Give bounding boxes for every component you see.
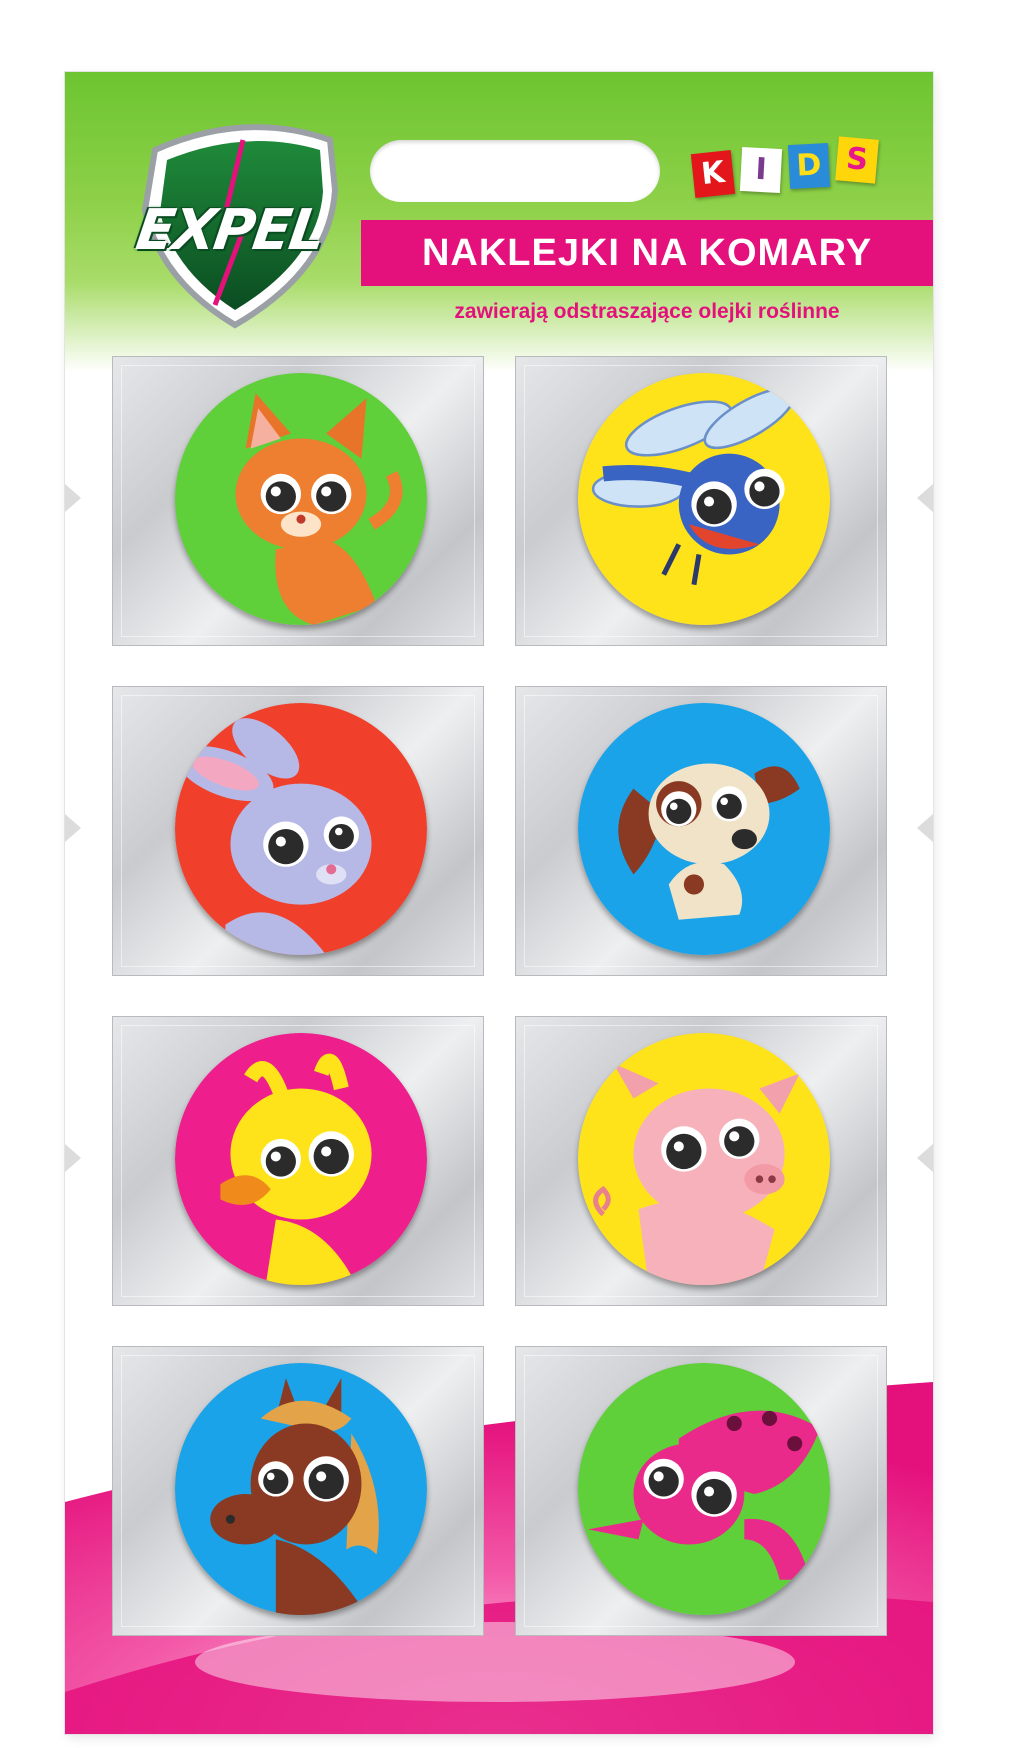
sticker-packet [112,1346,484,1636]
sticker-packet [112,356,484,646]
sticker-packet [112,1016,484,1306]
product-card: EXPEL K I D S NAKLEJKI NA KOMARY zawiera… [65,72,933,1734]
product-title: NAKLEJKI NA KOMARY [421,232,873,274]
sticker-packet [515,1016,887,1306]
sticker-packet [515,356,887,646]
puppy-icon [578,703,830,955]
sticker-packet [515,686,887,976]
kids-letter-d: D [787,142,831,190]
brand-logo: EXPEL [115,120,365,335]
kids-letter-k: K [690,150,736,198]
rabbit-icon [175,703,427,955]
hang-notch-right [917,484,933,512]
title-band: NAKLEJKI NA KOMARY [361,220,933,286]
kids-badge: K I D S [690,132,893,202]
piglet-icon [578,1033,830,1285]
dragonfly-icon [578,373,830,625]
hang-notch-right [917,1144,933,1172]
brand-wordmark: EXPEL [132,198,328,263]
kids-letter-i: I [739,146,783,194]
lizard-icon [578,1363,830,1615]
pony-icon [175,1363,427,1615]
kids-letter-s: S [835,136,879,184]
product-subtitle: zawierają odstraszające olejki roślinne [454,300,840,323]
sticker-packet [112,686,484,976]
hang-notch-left [65,484,81,512]
hang-notch-left [65,814,81,842]
hang-notch-right [917,814,933,842]
hang-hole [370,140,660,202]
duckling-icon [175,1033,427,1285]
cat-icon [175,373,427,625]
hang-notch-left [65,1144,81,1172]
sticker-packet [515,1346,887,1636]
